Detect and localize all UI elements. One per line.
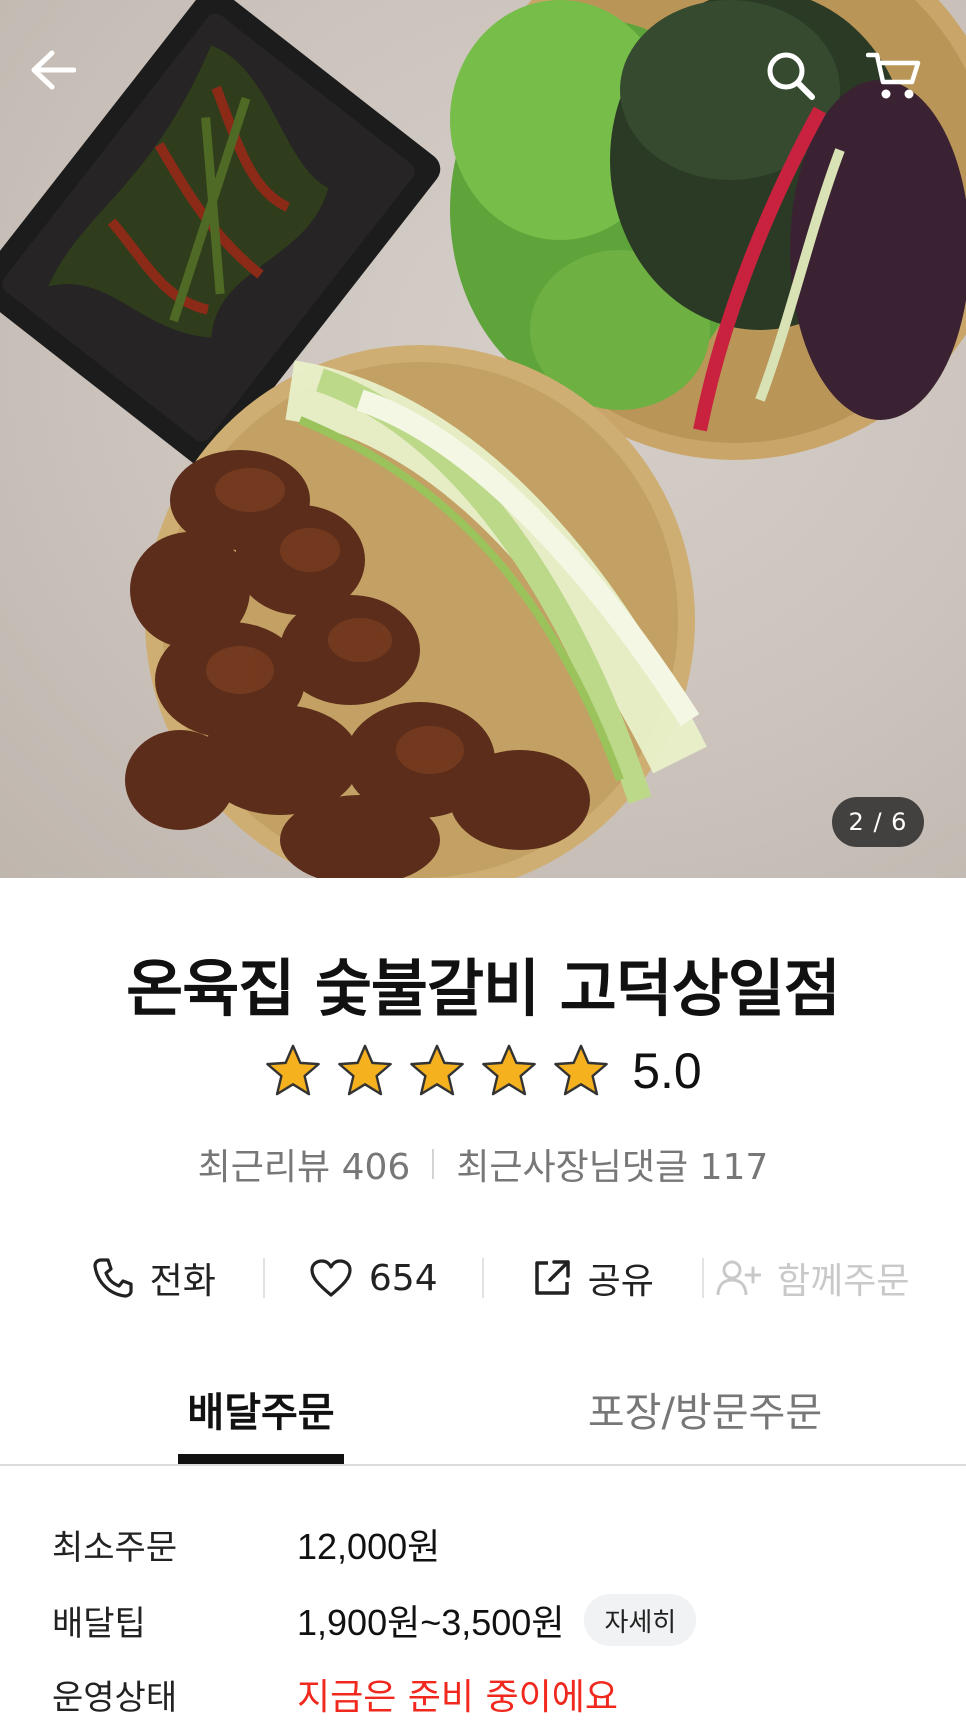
rating-stars	[264, 1042, 610, 1100]
food-photo	[0, 0, 966, 878]
min-order-value: 12,000원	[297, 1526, 441, 1567]
min-order-row: 최소주문 12,000원	[52, 1514, 932, 1574]
cart-icon	[866, 52, 921, 99]
search-icon	[767, 52, 815, 100]
delivery-tip-label: 배달팁	[52, 1603, 146, 1644]
back-button[interactable]	[30, 50, 100, 120]
heart-icon	[310, 1259, 352, 1297]
status-value: 지금은 준비 중이에요	[297, 1677, 618, 1718]
share-icon	[534, 1260, 570, 1295]
star-icon	[554, 1044, 609, 1096]
add-person-icon	[716, 1260, 761, 1296]
rating-row: 5.0	[0, 1042, 966, 1100]
active-tab-indicator	[178, 1454, 344, 1464]
delivery-tip-value: 1,900원~3,500원	[297, 1602, 565, 1643]
star-icon	[338, 1044, 393, 1096]
star-icon	[410, 1044, 465, 1096]
phone-icon	[93, 1258, 133, 1298]
group-order-button[interactable]: 함께주문	[704, 1252, 922, 1304]
delivery-tip-detail-button[interactable]: 자세히	[584, 1594, 697, 1646]
share-button[interactable]: 공유	[484, 1252, 702, 1304]
group-order-label: 함께주문	[777, 1261, 910, 1302]
min-order-label: 최소주문	[52, 1527, 178, 1568]
review-stats: 최근리뷰 406 최근사장님댓글 117	[0, 1138, 966, 1190]
arrow-left-icon	[31, 50, 76, 90]
star-icon	[266, 1044, 321, 1096]
hero-image-carousel[interactable]: 2 / 6	[0, 0, 966, 878]
delivery-tip-row: 배달팁 1,900원~3,500원 자세히	[52, 1590, 932, 1650]
recent-reviews-link[interactable]: 최근리뷰 406	[198, 1138, 411, 1190]
star-icon	[482, 1044, 537, 1096]
owner-comments-link[interactable]: 최근사장님댓글 117	[456, 1138, 768, 1190]
divider	[432, 1149, 435, 1179]
status-row: 운영상태 지금은 준비 중이에요	[52, 1664, 932, 1724]
tab-pickup[interactable]: 포장/방문주문	[560, 1380, 850, 1466]
like-button[interactable]: 654	[265, 1258, 483, 1299]
share-label: 공유	[587, 1261, 654, 1302]
store-name: 온육집 숯불갈비 고덕상일점	[126, 952, 841, 1025]
status-label: 운영상태	[52, 1677, 178, 1718]
search-button[interactable]	[765, 50, 835, 120]
order-type-tabs: 배달주문 포장/방문주문	[0, 1380, 966, 1466]
call-button[interactable]: 전화	[45, 1252, 263, 1304]
cart-button[interactable]	[866, 50, 942, 120]
action-bar: 전화 654 공유 함께주문	[45, 1248, 921, 1308]
call-label: 전화	[149, 1261, 216, 1302]
image-counter-badge: 2 / 6	[832, 797, 924, 847]
like-count: 654	[368, 1257, 438, 1299]
rating-value: 5.0	[632, 1043, 702, 1099]
